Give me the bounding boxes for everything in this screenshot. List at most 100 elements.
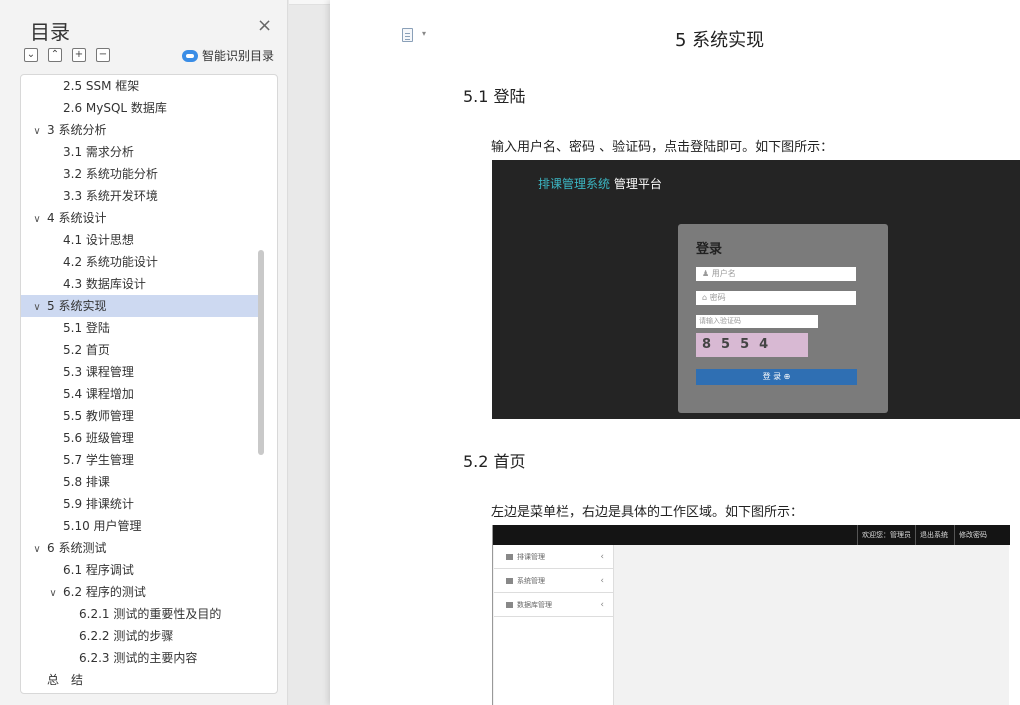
toc-item[interactable]: 5.7 学生管理 [21, 449, 259, 471]
login-brand-name: 排课管理系统 [538, 177, 611, 191]
home-topbar: 欢迎您：管理员 退出系统 修改密码 [493, 525, 1010, 545]
grid-icon [506, 578, 513, 584]
toc-item[interactable]: 6.2.3 测试的主要内容 [21, 647, 259, 669]
toc-item[interactable]: 5.1 登陆 [21, 317, 259, 339]
chevron-down-icon[interactable]: ∨ [47, 583, 59, 605]
login-screenshot: 排课管理系统 管理平台 登录 ♟ 用户名 ⌂ 密码 请输入验证码 8554 登 … [492, 160, 1020, 419]
smart-recognize-label: 智能识别目录 [202, 49, 275, 63]
toc-item[interactable]: 5.10 用户管理 [21, 515, 259, 537]
toc-item[interactable]: 5.3 课程管理 [21, 361, 259, 383]
toc-item-label: 4.3 数据库设计 [63, 277, 146, 291]
toc-item-label: 2.5 SSM 框架 [63, 79, 140, 93]
captcha-image: 8554 [696, 333, 808, 357]
toc-item-label: 3.1 需求分析 [63, 145, 134, 159]
username-placeholder: 用户名 [711, 269, 736, 278]
toc-item-label: 5.3 课程管理 [63, 365, 134, 379]
remove-heading-icon[interactable]: − [96, 48, 110, 62]
home-menu-item: 数据库管理 ‹ [494, 593, 614, 617]
section-title-5-1: 5.1 登陆 [463, 87, 526, 106]
home-menu-item: 排课管理 ‹ [494, 545, 614, 569]
toc-item-label: 3.2 系统功能分析 [63, 167, 158, 181]
chevron-down-icon[interactable]: ∨ [31, 121, 43, 143]
toc-item[interactable]: ∨ 6 系统测试 [21, 537, 259, 559]
toc-item-label: 4.1 设计思想 [63, 233, 134, 247]
toc-item-label: 5.1 登陆 [63, 321, 110, 335]
home-menu-label: 数据库管理 [517, 601, 552, 609]
home-welcome: 欢迎您：管理员 [857, 525, 915, 545]
ai-icon [182, 49, 198, 62]
toc-item[interactable]: 5.9 排课统计 [21, 493, 259, 515]
smart-recognize-button[interactable]: 智能识别目录 [182, 47, 274, 64]
toc-item[interactable]: ∨ 3 系统分析 [21, 119, 259, 141]
chevron-down-icon[interactable]: ▾ [422, 29, 426, 38]
toc-item[interactable]: 6.1 程序调试 [21, 559, 259, 581]
toc-item-label: 5.9 排课统计 [63, 497, 134, 511]
chevron-down-icon[interactable]: ∨ [31, 539, 43, 561]
toc-item[interactable]: 5.5 教师管理 [21, 405, 259, 427]
password-field: ⌂ 密码 [696, 291, 856, 305]
toc-title: 目录 [30, 20, 70, 44]
toc-item[interactable]: 5.6 班级管理 [21, 427, 259, 449]
toc-item-label: 5.4 课程增加 [63, 387, 134, 401]
document-icon[interactable] [402, 28, 413, 42]
user-icon: ♟ [702, 269, 712, 278]
toc-item[interactable]: ∨ 4 系统设计 [21, 207, 259, 229]
chevron-down-icon[interactable]: ∨ [31, 297, 43, 319]
chevron-left-icon: ‹ [600, 552, 604, 562]
toc-item[interactable]: 3.2 系统功能分析 [21, 163, 259, 185]
toc-item[interactable]: 3.1 需求分析 [21, 141, 259, 163]
toc-item[interactable]: ∨ 5 系统实现 [21, 295, 259, 317]
toc-item[interactable]: 6.2.2 测试的步骤 [21, 625, 259, 647]
toc-item[interactable]: 5.2 首页 [21, 339, 259, 361]
toc-item-label: 6.2 程序的测试 [63, 585, 146, 599]
toc-item-label: 6.2.3 测试的主要内容 [79, 651, 198, 665]
chevron-left-icon: ‹ [600, 600, 604, 610]
toc-scrollbar[interactable] [258, 250, 264, 455]
toc-item[interactable]: 6.2.1 测试的重要性及目的 [21, 603, 259, 625]
expand-all-icon[interactable]: ⌃ [48, 48, 62, 62]
password-placeholder: 密码 [709, 293, 726, 302]
close-icon[interactable]: × [257, 17, 272, 35]
toc-item-label: 4.2 系统功能设计 [63, 255, 158, 269]
toc-item[interactable]: 4.3 数据库设计 [21, 273, 259, 295]
toc-item-label: 4 系统设计 [47, 211, 107, 225]
home-change-password: 修改密码 [954, 525, 991, 545]
home-menu-label: 排课管理 [517, 553, 545, 561]
toc-list: 2.5 SSM 框架 2.6 MySQL 数据库 ∨ 3 系统分析 3.1 需求分析 3.… [20, 74, 278, 694]
toc-item[interactable]: 总 结 [21, 669, 259, 691]
chevron-down-icon[interactable]: ∨ [31, 209, 43, 231]
toc-item-label: 6.1 程序调试 [63, 563, 134, 577]
login-card: 登录 ♟ 用户名 ⌂ 密码 请输入验证码 8554 登 录 ⊕ [678, 224, 888, 413]
home-logout: 退出系统 [915, 525, 952, 545]
login-brand-suffix: 管理平台 [613, 177, 662, 191]
toc-item[interactable]: 2.5 SSM 框架 [21, 75, 259, 97]
login-brand: 排课管理系统 管理平台 [538, 175, 662, 192]
add-heading-icon[interactable]: + [72, 48, 86, 62]
toc-item-label: 5.2 首页 [63, 343, 110, 357]
username-field: ♟ 用户名 [696, 267, 856, 281]
toc-item[interactable]: 2.6 MySQL 数据库 [21, 97, 259, 119]
toc-item-label: 总 结 [47, 673, 84, 687]
toc-item-label: 6.2.1 测试的重要性及目的 [79, 607, 222, 621]
section-title-5-2: 5.2 首页 [463, 452, 526, 471]
toc-item-label: 5 系统实现 [47, 299, 107, 313]
toc-item-label: 5.5 教师管理 [63, 409, 134, 423]
grid-icon [506, 554, 513, 560]
home-screenshot: 欢迎您：管理员 退出系统 修改密码 排课管理 ‹ 系统管理 ‹ 数据库管理 ‹ [492, 525, 1010, 705]
collapse-all-icon[interactable]: ⌄ [24, 48, 38, 62]
toc-item[interactable]: 5.4 课程增加 [21, 383, 259, 405]
toc-item-label: 3.3 系统开发环境 [63, 189, 158, 203]
toc-item-label: 2.6 MySQL 数据库 [63, 101, 167, 115]
home-menu-item: 系统管理 ‹ [494, 569, 614, 593]
toc-item[interactable]: ∨ 6.2 程序的测试 [21, 581, 259, 603]
grid-icon [506, 602, 513, 608]
toc-item[interactable]: 4.2 系统功能设计 [21, 251, 259, 273]
toc-item-label: 5.10 用户管理 [63, 519, 142, 533]
toc-item[interactable]: 4.1 设计思想 [21, 229, 259, 251]
toc-item[interactable]: 3.3 系统开发环境 [21, 185, 259, 207]
toc-item-label: 5.6 班级管理 [63, 431, 134, 445]
home-menu: 排课管理 ‹ 系统管理 ‹ 数据库管理 ‹ [494, 545, 614, 705]
login-button-image: 登 录 ⊕ [696, 369, 857, 385]
toc-item[interactable]: 5.8 排课 [21, 471, 259, 493]
login-card-title: 登录 [696, 242, 723, 257]
